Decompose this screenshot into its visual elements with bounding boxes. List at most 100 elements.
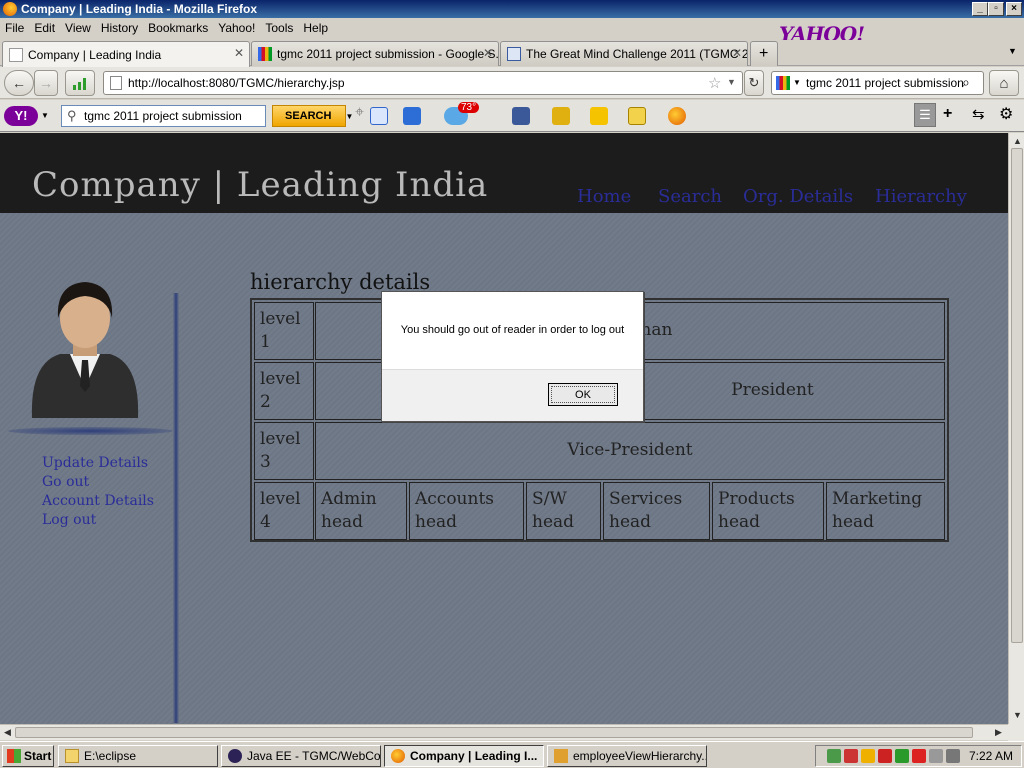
home-button[interactable]: ⌂ xyxy=(989,70,1019,96)
add-icon[interactable]: + xyxy=(943,105,952,123)
menu-bookmarks[interactable]: Bookmarks xyxy=(143,21,213,35)
forward-button[interactable]: → xyxy=(34,70,58,96)
menu-bar: File Edit View History Bookmarks Yahoo! … xyxy=(0,18,1024,38)
engine-dropdown-icon[interactable]: ▼ xyxy=(793,78,801,87)
scroll-down-icon[interactable]: ▼ xyxy=(1013,710,1022,720)
url-history-icon[interactable]: ▼ xyxy=(727,77,736,87)
close-tab-icon[interactable]: ✕ xyxy=(732,46,742,60)
menu-help[interactable]: Help xyxy=(298,21,333,35)
clipboard-icon[interactable] xyxy=(628,107,646,125)
close-window-button[interactable]: × xyxy=(1006,2,1022,16)
scroll-thumb[interactable] xyxy=(15,727,973,738)
signal-button[interactable] xyxy=(65,70,95,96)
close-tab-icon[interactable]: ✕ xyxy=(483,46,493,60)
nav-hierarchy[interactable]: Hierarchy xyxy=(875,186,967,207)
nav-search[interactable]: Search xyxy=(658,186,722,207)
tray-app-icon[interactable] xyxy=(911,749,926,763)
tab-bar: Company | Leading India ✕ tgmc 2011 proj… xyxy=(0,40,1024,67)
firefox-icon[interactable] xyxy=(668,107,686,125)
gear-icon[interactable]: ⚙ xyxy=(999,104,1013,124)
minimize-button[interactable]: _ xyxy=(972,2,988,16)
start-label: Start xyxy=(24,749,52,763)
task-editor[interactable]: employeeViewHierarchy.... xyxy=(547,745,707,767)
scroll-thumb[interactable] xyxy=(1011,148,1023,643)
task-eclipse[interactable]: Java EE - TGMC/WebCo... xyxy=(221,745,381,767)
search-icon[interactable]: ⌕ xyxy=(962,74,970,91)
search-text: tgmc 2011 project submission xyxy=(806,76,964,90)
google-icon xyxy=(258,47,272,61)
task-firefox[interactable]: Company | Leading I... xyxy=(384,745,544,767)
nav-org-details[interactable]: Org. Details xyxy=(743,186,853,207)
maximize-button[interactable]: ▫ xyxy=(988,2,1004,16)
tray-network-icon[interactable] xyxy=(826,749,841,763)
tray-messenger-icon[interactable] xyxy=(860,749,875,763)
window-titlebar: Company | Leading India - Mozilla Firefo… xyxy=(0,0,1024,18)
close-tab-icon[interactable]: ✕ xyxy=(234,46,244,60)
sidebar-go-out[interactable]: Go out xyxy=(42,474,89,490)
mail-icon[interactable] xyxy=(403,107,421,125)
level-label: level 3 xyxy=(254,422,314,480)
level-label: level 4 xyxy=(254,482,314,540)
bookmark-star-icon[interactable]: ☆ xyxy=(708,74,721,92)
search-bar[interactable]: ▼ tgmc 2011 project submission ⌕ xyxy=(771,71,984,95)
menu-history[interactable]: History xyxy=(96,21,143,35)
yahoo-search-button[interactable]: SEARCH ▼ xyxy=(272,105,353,127)
google-search-engine-icon[interactable] xyxy=(776,76,790,90)
menu-yahoo[interactable]: Yahoo! xyxy=(213,21,260,35)
list-icon[interactable]: ☰ xyxy=(914,103,936,127)
scroll-right-icon[interactable]: ▶ xyxy=(995,727,1002,738)
scroll-left-icon[interactable]: ◀ xyxy=(4,727,11,738)
yahoo-icon[interactable]: Y! xyxy=(4,106,38,126)
alert-message: You should go out of reader in order to … xyxy=(400,324,625,336)
task-label: employeeViewHierarchy.... xyxy=(573,749,707,763)
yahoo-search-input[interactable]: ⚲ tgmc 2011 project submission xyxy=(61,105,266,127)
reload-button[interactable]: ↻ xyxy=(744,70,764,96)
flickr-icon[interactable] xyxy=(552,107,570,125)
sidebar-log-out[interactable]: Log out xyxy=(42,512,96,528)
facebook-icon[interactable] xyxy=(512,107,530,125)
url-bar[interactable]: http://localhost:8080/TGMC/hierarchy.jsp… xyxy=(103,71,743,95)
avatar xyxy=(31,282,139,418)
level-value: Vice-President xyxy=(315,422,945,480)
navigation-bar: ← → http://localhost:8080/TGMC/hierarchy… xyxy=(0,67,1024,99)
task-eclipse-folder[interactable]: E:\eclipse xyxy=(58,745,218,767)
page-icon xyxy=(110,76,122,90)
tray-volume-icon[interactable] xyxy=(928,749,943,763)
alert-dialog: You should go out of reader in order to … xyxy=(381,291,644,422)
task-label: Java EE - TGMC/WebCo... xyxy=(247,749,381,763)
notes-icon[interactable] xyxy=(370,107,388,125)
swap-icon[interactable]: ⇆ xyxy=(972,105,985,123)
clock: 7:22 AM xyxy=(968,749,1013,763)
tray-display-icon[interactable] xyxy=(945,749,960,763)
horizontal-scrollbar[interactable]: ◀ ▶ xyxy=(0,724,1008,740)
start-button[interactable]: Start xyxy=(2,745,54,767)
ok-button[interactable]: OK xyxy=(548,383,618,406)
tab-company[interactable]: Company | Leading India ✕ xyxy=(2,41,250,67)
tab-list-icon[interactable]: ▼ xyxy=(1008,46,1017,56)
tray-sync-icon[interactable] xyxy=(894,749,909,763)
menu-edit[interactable]: Edit xyxy=(29,21,60,35)
yahoo-toolbar: Y! ▼ ⚲ tgmc 2011 project submission SEAR… xyxy=(0,100,1024,132)
site-title: Company | Leading India xyxy=(32,165,489,205)
level-value: Admin head xyxy=(315,482,407,540)
ebay-icon[interactable] xyxy=(590,107,608,125)
sidebar-account-details[interactable]: Account Details xyxy=(42,493,154,509)
menu-view[interactable]: View xyxy=(60,21,96,35)
back-button[interactable]: ← xyxy=(4,70,34,96)
menu-tools[interactable]: Tools xyxy=(260,21,298,35)
level-value: Marketing head xyxy=(826,482,945,540)
tray-mail-icon[interactable] xyxy=(877,749,892,763)
yahoo-menu-icon[interactable]: ▼ xyxy=(41,111,49,120)
yahoo-search-label: SEARCH xyxy=(285,110,332,122)
tab-google[interactable]: tgmc 2011 project submission - Google S.… xyxy=(251,41,499,66)
nav-home[interactable]: Home xyxy=(577,186,631,207)
new-tab-button[interactable]: + xyxy=(750,41,778,66)
tray-antivirus-icon[interactable] xyxy=(843,749,858,763)
tab-tgmc[interactable]: The Great Mind Challenge 2011 (TGMC 2...… xyxy=(500,41,748,66)
menu-file[interactable]: File xyxy=(0,21,29,35)
system-tray: 7:22 AM xyxy=(815,745,1022,767)
windows-logo-icon xyxy=(7,749,21,763)
scroll-up-icon[interactable]: ▲ xyxy=(1013,136,1022,146)
vertical-scrollbar[interactable]: ▲ ▼ xyxy=(1008,133,1024,724)
sidebar-update-details[interactable]: Update Details xyxy=(42,455,148,471)
